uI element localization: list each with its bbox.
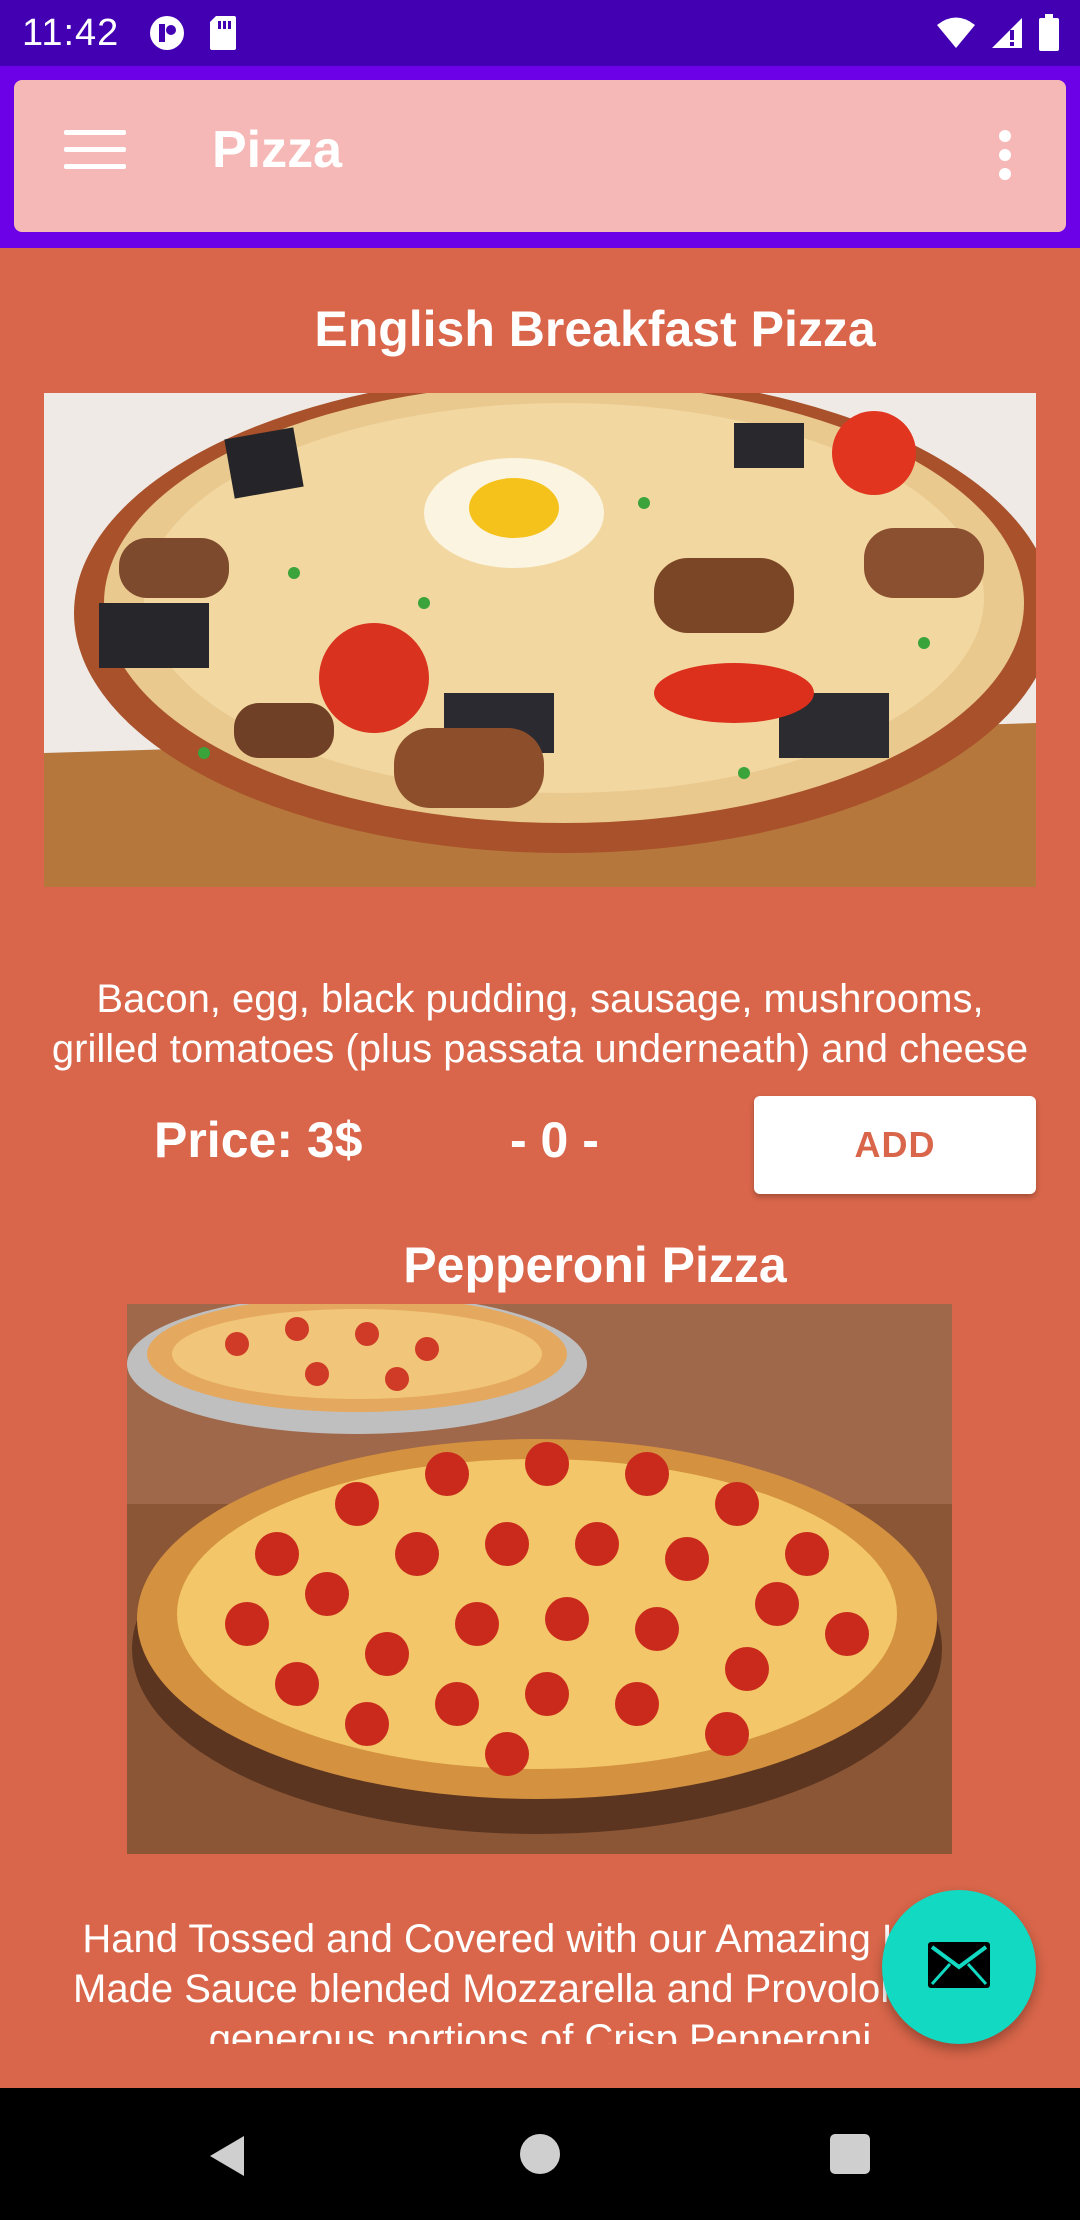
item-description-line: Bacon, egg, black pudding, sausage, mush…: [96, 977, 984, 1021]
pepperoni-pizza-image: [127, 1304, 952, 1854]
status-right-icons: [936, 14, 1060, 57]
navigation-bar: [0, 2088, 1080, 2220]
home-icon[interactable]: [520, 2134, 560, 2174]
notification-app-icon: [148, 14, 186, 57]
wifi-icon: [936, 16, 976, 55]
cell-signal-icon: [990, 16, 1024, 55]
add-button[interactable]: ADD: [754, 1096, 1036, 1194]
back-icon[interactable]: [206, 2134, 246, 2183]
toolbar: Pizza: [14, 80, 1066, 232]
english-breakfast-pizza-image: [44, 393, 1036, 887]
battery-icon: [1038, 14, 1060, 57]
item-quantity: - 0 -: [510, 1112, 599, 1168]
item-title: Pepperoni Pizza: [403, 1237, 787, 1293]
more-vert-icon[interactable]: [996, 130, 1014, 180]
item-description-line: grilled tomatoes (plus passata underneat…: [51, 1027, 1029, 1071]
email-fab-button[interactable]: [882, 1890, 1036, 2044]
toolbar-title: Pizza: [212, 121, 343, 179]
email-icon: [926, 1940, 992, 1995]
status-time: 11:42: [22, 12, 120, 54]
status-bar: 11:42: [0, 0, 1080, 66]
sd-card-icon: [208, 14, 238, 57]
menu-icon[interactable]: [64, 130, 126, 180]
menu-list[interactable]: English Breakfast Pizza Bacon, egg, blac…: [0, 248, 1080, 2088]
status-left-icons: [148, 14, 238, 57]
item-price: Price: 3$: [154, 1112, 363, 1168]
item-title: English Breakfast Pizza: [314, 301, 876, 357]
recents-icon[interactable]: [830, 2134, 870, 2174]
